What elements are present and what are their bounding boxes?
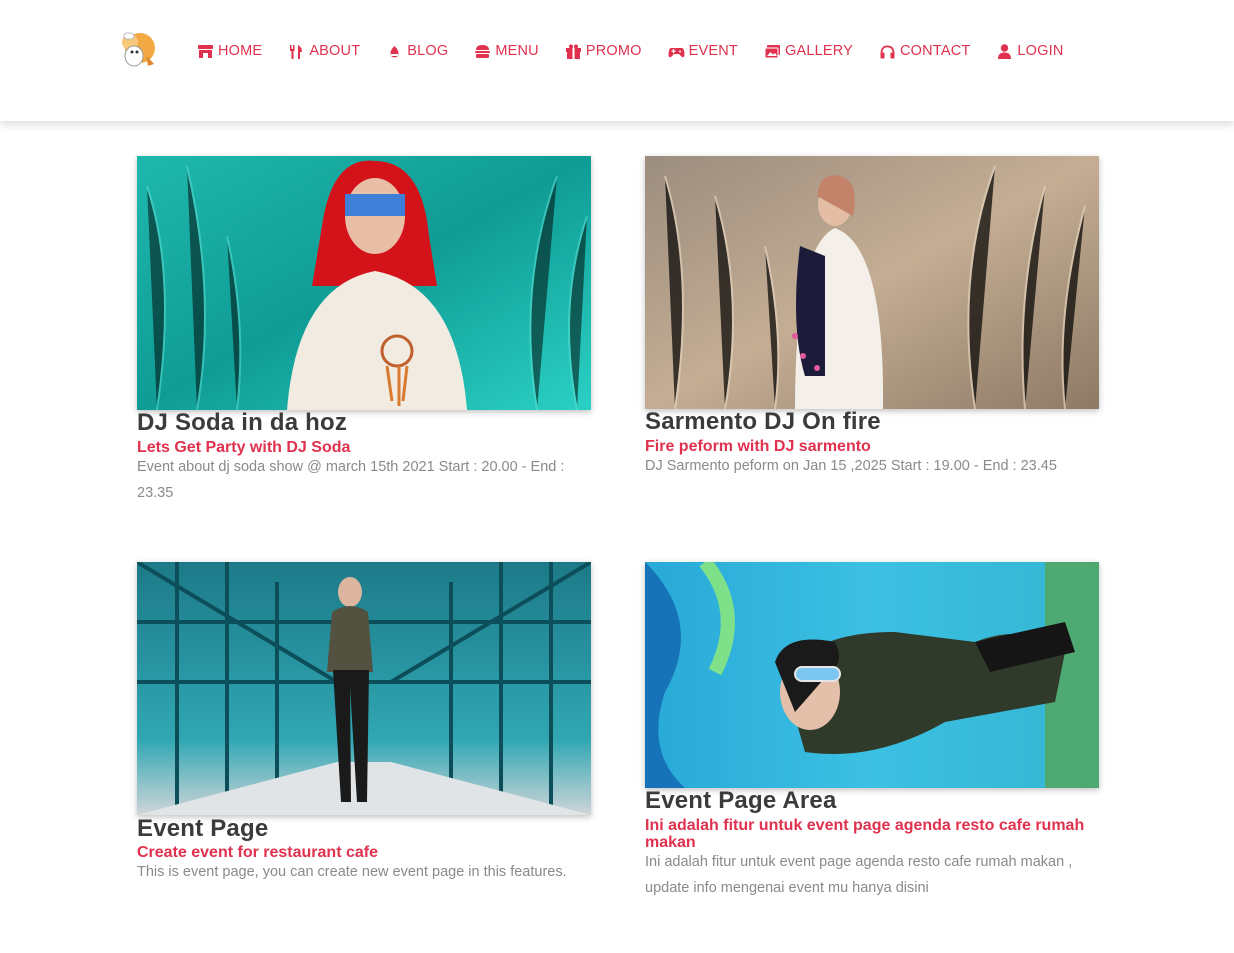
- event-image[interactable]: [137, 562, 591, 815]
- event-description: DJ Sarmento peform on Jan 15 ,2025 Start…: [645, 458, 1057, 474]
- nav-menu-label: MENU: [495, 43, 539, 59]
- gamepad-icon: [668, 47, 685, 57]
- nav-login-label: LOGIN: [1017, 43, 1064, 59]
- nav-promo[interactable]: PROMO: [565, 40, 642, 62]
- event-image[interactable]: [645, 156, 1099, 409]
- event-title: Event Page Area: [645, 787, 837, 814]
- event-subtitle: Lets Get Party with DJ Soda: [137, 439, 351, 456]
- event-subtitle: Fire peform with DJ sarmento: [645, 438, 871, 455]
- event-title: DJ Soda in da hoz: [137, 409, 348, 436]
- user-icon: [998, 43, 1012, 59]
- nav-event-label: EVENT: [688, 43, 738, 59]
- nav-promo-label: PROMO: [585, 43, 642, 59]
- logo[interactable]: [116, 30, 160, 70]
- nav-blog-label: BLOG: [407, 43, 449, 59]
- nav-gallery-label: GALLERY: [784, 43, 854, 59]
- hamburger-icon: [475, 44, 491, 58]
- event-description: Ini adalah fitur untuk event page agenda…: [645, 854, 1073, 896]
- event-title: Sarmento DJ On fire: [645, 408, 881, 435]
- event-subtitle: Create event for restaurant cafe: [137, 844, 378, 861]
- nav-menu[interactable]: MENU: [474, 40, 539, 62]
- nav-about-label: ABOUT: [309, 43, 361, 59]
- event-image[interactable]: [645, 562, 1099, 788]
- event-description: Event about dj soda show @ march 15th 20…: [137, 459, 565, 501]
- event-subtitle: Ini adalah fitur untuk event page agenda…: [645, 817, 1085, 851]
- nav-blog[interactable]: BLOG: [386, 40, 448, 62]
- nav-event[interactable]: EVENT: [668, 40, 738, 62]
- nav-contact[interactable]: CONTACT: [879, 40, 970, 62]
- site-header: HOME ABOUT BLOG MENU PROMO EVENT GALLERY: [0, 0, 1234, 121]
- blog-icon: [390, 45, 399, 57]
- headphones-icon: [880, 45, 895, 58]
- event-image[interactable]: [137, 156, 591, 410]
- gift-icon: [565, 44, 581, 59]
- event-description: This is event page, you can create new e…: [137, 864, 567, 880]
- nav-home-label: HOME: [218, 43, 263, 59]
- main-nav: HOME ABOUT BLOG MENU PROMO EVENT GALLERY: [197, 40, 1090, 62]
- nav-contact-label: CONTACT: [900, 43, 971, 59]
- nav-about[interactable]: ABOUT: [288, 40, 360, 62]
- nav-home[interactable]: HOME: [197, 40, 262, 62]
- utensils-icon: [290, 44, 303, 59]
- nav-login[interactable]: LOGIN: [996, 40, 1063, 62]
- images-icon: [764, 44, 780, 58]
- store-icon: [198, 44, 213, 58]
- nav-gallery[interactable]: GALLERY: [764, 40, 853, 62]
- event-title: Event Page: [137, 815, 269, 842]
